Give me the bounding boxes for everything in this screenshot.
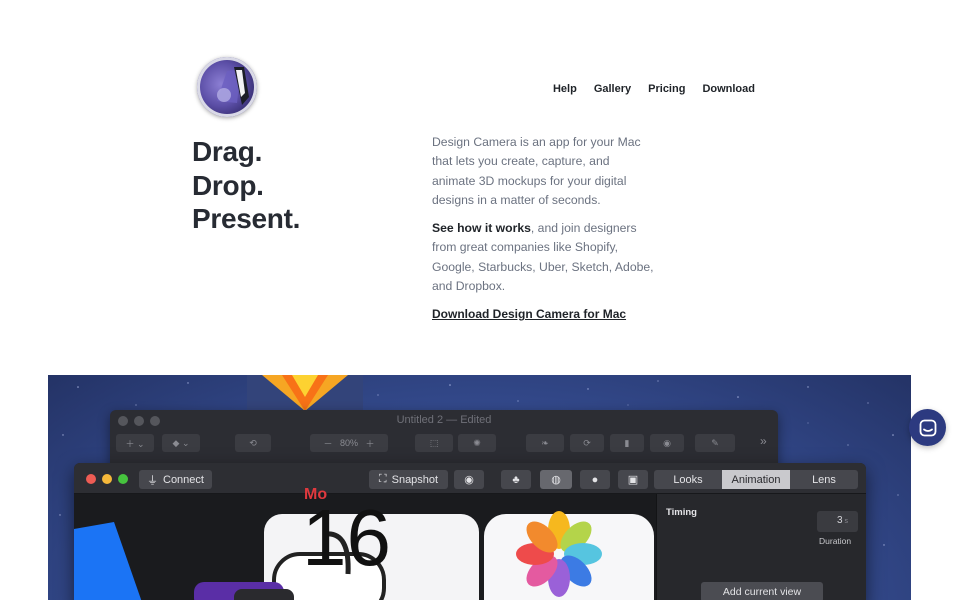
- window-toolbar: ⏚ Connect ⛶ Snapshot ◉ ♣ ◍ ● ▣ Looks Anima…: [74, 463, 866, 494]
- description-paragraph: Design Camera is an app for your Mac tha…: [432, 135, 641, 207]
- plug-icon: ⏚: [147, 474, 158, 487]
- zoom-control[interactable]: － 80% ＋: [310, 434, 388, 452]
- record-button[interactable]: ▮: [610, 434, 644, 452]
- rotate-button[interactable]: ⟲: [235, 434, 271, 452]
- nav-help[interactable]: Help: [553, 83, 577, 95]
- top-nav: Help Gallery Pricing Download: [553, 83, 755, 95]
- sketch-logo-icon: [262, 375, 348, 411]
- chat-button[interactable]: [909, 409, 946, 446]
- add-current-view-button[interactable]: Add current view: [701, 582, 823, 600]
- duration-value: 3: [836, 515, 843, 526]
- duration-field[interactable]: 3s: [817, 511, 858, 532]
- nav-pricing[interactable]: Pricing: [648, 83, 685, 95]
- camera-icon: ◉: [464, 474, 474, 486]
- window-controls: [86, 474, 128, 484]
- screen-icon: ◍: [551, 474, 561, 486]
- window-button[interactable]: ▣: [618, 470, 648, 489]
- close-icon[interactable]: [86, 474, 96, 484]
- connect-label: Connect: [163, 473, 204, 486]
- snapshot-label: Snapshot: [391, 473, 439, 486]
- leaf-button[interactable]: ❧: [526, 434, 564, 452]
- hero-title-line: Present.: [192, 203, 301, 234]
- zoom-minus-icon[interactable]: －: [323, 437, 332, 450]
- hero-title: Drag. Drop. Present.: [192, 135, 300, 236]
- camera-button[interactable]: ◉: [454, 470, 484, 489]
- brightness-button[interactable]: ✺: [458, 434, 496, 452]
- zoom-icon[interactable]: [118, 474, 128, 484]
- zoom-plus-icon[interactable]: ＋: [366, 437, 375, 450]
- apple-button[interactable]: ♣: [501, 470, 531, 489]
- app-logo-icon[interactable]: [197, 57, 257, 117]
- download-link[interactable]: Download Design Camera for Mac: [432, 307, 626, 321]
- layers-menu-button[interactable]: ◆ ⌄: [162, 434, 200, 452]
- see-how-paragraph: See how it works, and join designers fro…: [432, 219, 654, 296]
- snapshot-button[interactable]: ⛶ Snapshot: [369, 470, 448, 489]
- front-app-window: ⏚ Connect ⛶ Snapshot ◉ ♣ ◍ ● ▣ Looks Anima…: [74, 463, 866, 600]
- apple-icon: ♣: [512, 473, 520, 486]
- watch-button[interactable]: ●: [580, 470, 610, 489]
- nav-download[interactable]: Download: [702, 83, 755, 95]
- hero-title-line: Drop.: [192, 169, 264, 201]
- window-icon: ▣: [627, 474, 639, 486]
- minimize-icon[interactable]: [102, 474, 112, 484]
- tab-looks[interactable]: Looks: [654, 470, 722, 489]
- inspector-tabs: Looks Animation Lens: [654, 470, 858, 489]
- share-button[interactable]: ◉: [650, 434, 684, 452]
- duration-label: Duration: [819, 536, 852, 546]
- calendar-day: 16: [302, 493, 391, 582]
- pen-button[interactable]: ✎: [695, 434, 735, 452]
- zoom-level: 80%: [339, 438, 358, 448]
- screen-button[interactable]: ◍: [540, 470, 572, 489]
- chat-icon: [919, 419, 936, 436]
- timing-heading: Timing: [666, 507, 697, 518]
- inspector-sidebar: Timing 3s Duration Add current view: [656, 494, 866, 600]
- duration-unit: s: [844, 518, 849, 525]
- sync-button[interactable]: ⟳: [570, 434, 604, 452]
- add-menu-button[interactable]: ＋ ⌄: [116, 434, 154, 452]
- hero-title-line: Drag.: [192, 136, 263, 167]
- window-title: Untitled 2 — Edited: [396, 414, 492, 426]
- watch-icon: ●: [591, 473, 599, 486]
- tab-lens[interactable]: Lens: [790, 470, 858, 489]
- toolbar-overflow[interactable]: »: [760, 434, 767, 448]
- tab-animation[interactable]: Animation: [722, 470, 790, 489]
- snapshot-icon: ⛶: [378, 473, 387, 485]
- hero-description: Design Camera is an app for your Mac tha…: [432, 133, 654, 305]
- fit-button[interactable]: ⬚: [415, 434, 453, 452]
- landing-page: Help Gallery Pricing Download Drag. Drop…: [0, 0, 954, 600]
- see-how-link[interactable]: See how it works: [432, 221, 531, 235]
- connect-button[interactable]: ⏚ Connect: [139, 470, 212, 489]
- mockup-canvas[interactable]: Mo 16: [74, 486, 656, 600]
- app-showcase: Untitled 2 — Edited ＋ ⌄ ◆ ⌄ ⟲ － 80% ＋ ⬚ …: [48, 375, 911, 600]
- nav-gallery[interactable]: Gallery: [594, 83, 631, 95]
